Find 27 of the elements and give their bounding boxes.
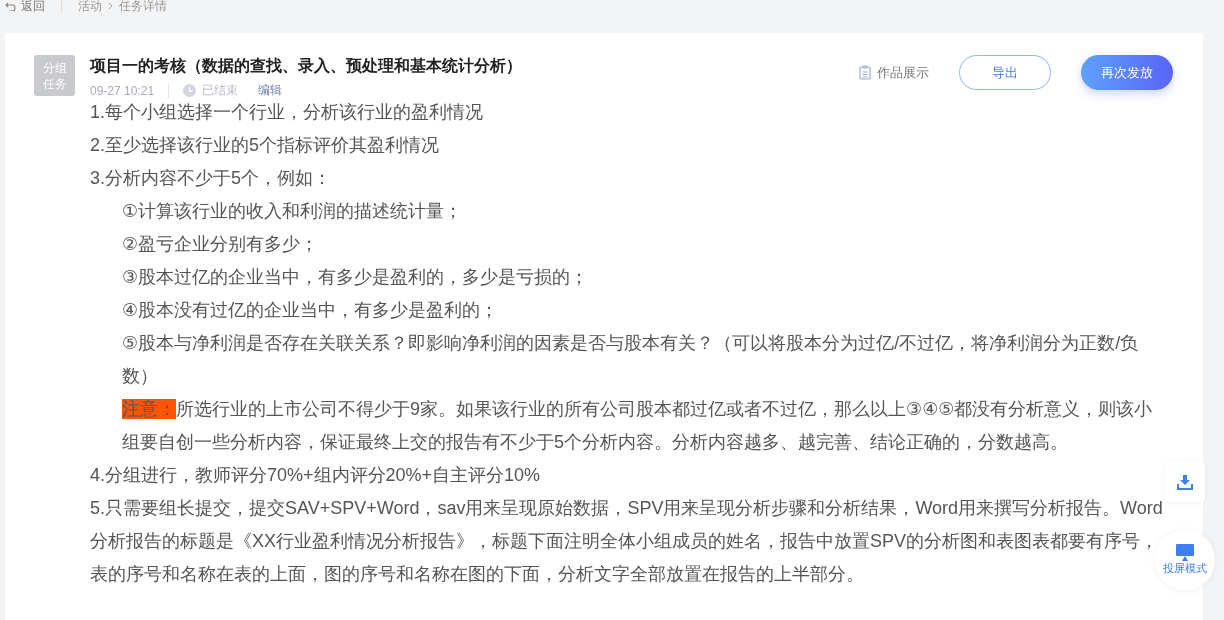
back-link[interactable]: 返回: [5, 0, 45, 15]
clock-icon: [183, 84, 197, 97]
showcase-link[interactable]: 作品展示: [859, 63, 929, 82]
task-description-line: ④股本没有过亿的企业当中，有多少是盈利的；: [121, 299, 500, 322]
task-description-line: ①计算该行业的收入和利润的描述统计量；: [121, 200, 464, 223]
download-icon: [1177, 474, 1193, 490]
edit-link[interactable]: 编辑: [258, 82, 283, 99]
clipboard-icon: [859, 65, 871, 80]
back-icon: [5, 1, 16, 11]
task-description-line: ②盈亏企业分别有多少；: [121, 233, 320, 256]
task-description-line: 4.分组进行，教师评分70%+组内评分20%+自主评分10%: [90, 464, 542, 487]
chevron-icon: [108, 2, 113, 10]
task-description-line: ③股本过亿的企业当中，有多少是盈利的，多少是亏损的；: [121, 266, 590, 289]
task-time: 09-27 10:21: [90, 83, 155, 98]
note-paragraph: 注意：所选行业的上市公司不得少于9家。如果该行业的所有公司股本都过亿或者不过亿，那么以上③④⑤都没有分析意义，则该小组要自创一些分析内容，保证最终上交的报告有不少于5个分析内容。分析内容越多、越完善、结论正确的，分数越高。: [121, 398, 1154, 454]
task-description-line: 1.每个小组选择一个行业，分析该行业的盈利情况: [90, 101, 484, 124]
export-button[interactable]: 导出: [959, 55, 1051, 90]
task-description-line: ⑤股本与净利润是否存在关联关系？即影响净利润的因素是否与股本有关？（可以将股本分为过亿/不过亿，将净利润分为正数/负数）: [121, 332, 1140, 388]
task-title: 项目一的考核（数据的查找、录入、预处理和基本统计分析）: [90, 56, 523, 76]
task-description-line: 2.至少选择该行业的5个指标评价其盈利情况: [90, 134, 441, 157]
task-status: 已结束: [202, 82, 239, 99]
download-button[interactable]: [1165, 462, 1205, 502]
breadcrumb-item: 任务详情: [119, 0, 167, 15]
monitor-icon: [1176, 544, 1194, 561]
task-description-line: 3.分析内容不少于5个，例如：: [90, 167, 333, 190]
breadcrumb-item[interactable]: 活动: [78, 0, 102, 15]
reissue-button[interactable]: 再次发放: [1081, 55, 1173, 90]
